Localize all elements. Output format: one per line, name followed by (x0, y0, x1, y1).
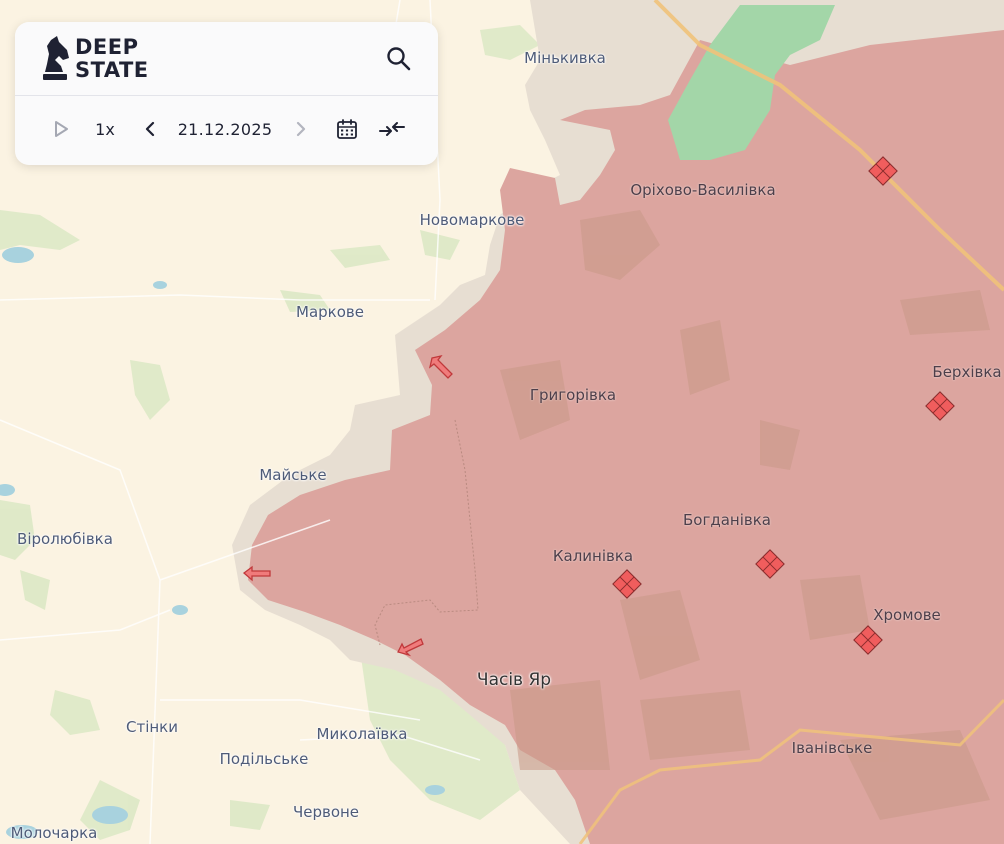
calendar-button[interactable] (335, 117, 359, 141)
chevron-right-icon (296, 121, 306, 137)
place-label-bohdanivka: Богданівка (683, 511, 771, 529)
deepstate-logo[interactable]: DEEP STATE (43, 34, 183, 84)
knight-horse-logo-icon (43, 36, 69, 80)
search-button[interactable] (384, 44, 414, 74)
place-label-molocharka: Молочарка (10, 824, 98, 842)
compare-dates-button[interactable] (377, 117, 407, 141)
place-label-kalynivka: Калинівка (552, 547, 634, 565)
place-label-khromove: Хромове (873, 606, 941, 624)
brand-name: DEEP STATE (75, 36, 149, 82)
chevron-left-icon (145, 121, 155, 137)
place-label-ivanivske: Іванівське (791, 739, 873, 757)
calendar-icon (337, 119, 357, 139)
panel-divider (15, 95, 438, 96)
place-label-hryhorivka: Григорівка (529, 386, 617, 404)
brand-line-1: DEEP (75, 35, 139, 59)
place-label-virolyubivka: Віролюбівка (17, 530, 113, 548)
compare-arrows-icon (379, 122, 405, 136)
place-label-podilske: Подільське (219, 750, 309, 768)
place-label-stinky: Стінки (126, 718, 178, 736)
place-label-maiske: Майське (259, 466, 327, 484)
place-label-berkhivka: Берхівка (932, 363, 1002, 381)
play-button[interactable] (51, 117, 71, 141)
place-label-chervone: Червоне (292, 803, 360, 821)
play-icon (55, 121, 68, 137)
place-label-markove: Маркове (296, 303, 364, 321)
timeline-panel: DEEP STATE 1x 21.12.2025 (15, 22, 438, 165)
search-icon (387, 47, 411, 71)
brand-line-2: STATE (75, 58, 149, 82)
playback-speed-button[interactable]: 1x (93, 117, 117, 141)
place-label-novomarkove: Новомаркове (419, 211, 525, 229)
next-date-button[interactable] (291, 117, 311, 141)
place-label-orikhovo-vasylivka: Оріхово-Василівка (630, 181, 776, 199)
place-label-chasiv-yar: Часів Яр (476, 670, 552, 690)
place-label-mykolaivka: Миколаївка (316, 725, 408, 743)
place-label-minkivka: Мінькивка (524, 49, 606, 67)
current-date[interactable]: 21.12.2025 (175, 117, 275, 141)
previous-date-button[interactable] (140, 117, 160, 141)
